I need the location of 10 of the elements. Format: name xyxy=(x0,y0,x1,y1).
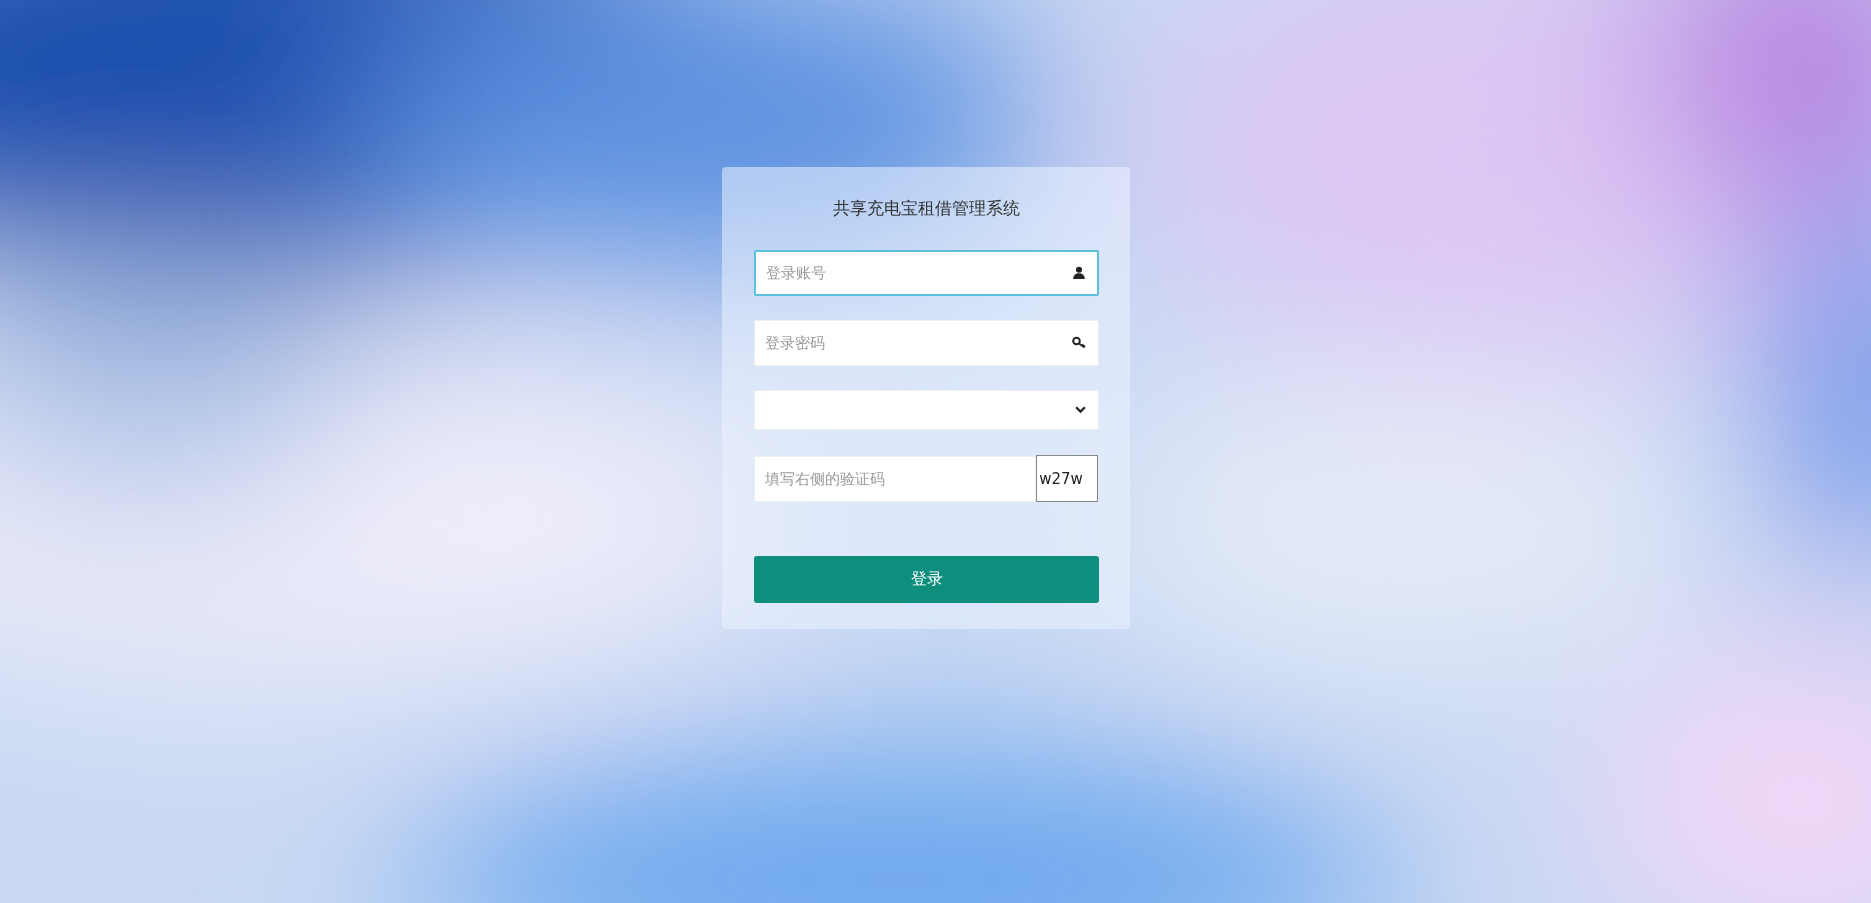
system-title: 共享充电宝租借管理系统 xyxy=(831,197,1021,220)
login-button[interactable]: 登录 xyxy=(754,556,1099,603)
role-select[interactable] xyxy=(754,390,1099,430)
captcha-code[interactable]: w27w xyxy=(1036,455,1098,502)
key-icon xyxy=(1072,336,1086,349)
account-field[interactable]: 登录账号 xyxy=(754,250,1099,296)
chevron-down-icon xyxy=(1075,406,1086,414)
password-field[interactable]: 登录密码 xyxy=(754,320,1099,366)
user-icon xyxy=(1072,266,1086,279)
captcha-field[interactable]: 填写右侧的验证码 xyxy=(754,455,1037,502)
